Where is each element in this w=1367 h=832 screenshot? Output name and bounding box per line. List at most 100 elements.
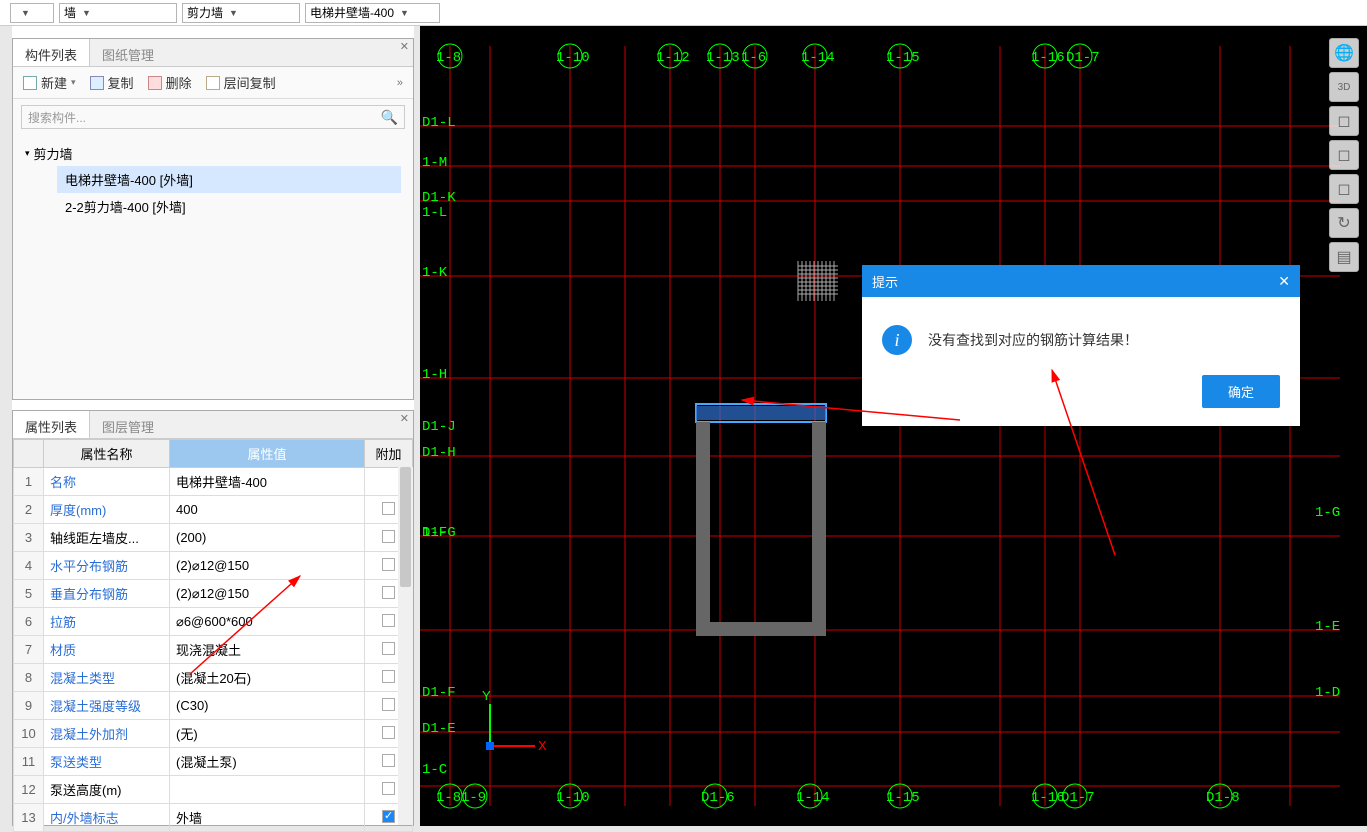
dropdown-subcategory[interactable]: 剪力墙▼ <box>182 3 300 23</box>
svg-text:D1-J: D1-J <box>422 419 456 435</box>
layer-copy-button[interactable]: 层间复制 <box>206 73 276 92</box>
dialog-titlebar[interactable]: 提示 ✕ <box>862 265 1300 297</box>
svg-text:X: X <box>538 738 547 753</box>
close-icon[interactable]: ✕ <box>1278 273 1290 290</box>
svg-text:1-14: 1-14 <box>796 790 830 806</box>
prop-value[interactable]: (混凝土20石) <box>170 664 365 692</box>
prop-value[interactable]: (混凝土泵) <box>170 748 365 776</box>
svg-text:D1-6: D1-6 <box>701 790 735 806</box>
svg-text:1-15: 1-15 <box>886 790 920 806</box>
topbar: ▼ 墙▼ 剪力墙▼ 电梯井壁墙-400▼ <box>0 0 1367 26</box>
new-button[interactable]: 新建▾ <box>23 73 76 92</box>
dropdown-layer[interactable]: ▼ <box>10 3 54 23</box>
table-row[interactable]: 11泵送类型(混凝土泵) <box>14 748 413 776</box>
row-number: 8 <box>14 664 44 692</box>
svg-text:D1-8: D1-8 <box>1206 790 1240 806</box>
chevron-right-icon[interactable]: » <box>397 77 403 89</box>
svg-text:1-14: 1-14 <box>801 50 835 66</box>
prop-value[interactable]: 400 <box>170 496 365 524</box>
prop-value[interactable]: (200) <box>170 524 365 552</box>
chevron-down-icon: ▼ <box>400 8 409 18</box>
scrollbar-thumb[interactable] <box>400 467 411 587</box>
svg-text:1-16: 1-16 <box>1031 50 1065 66</box>
tab-component-list[interactable]: 构件列表 <box>13 39 90 66</box>
prop-name: 厚度(mm) <box>44 496 170 524</box>
copy-button[interactable]: 复制 <box>90 73 134 92</box>
prop-name: 垂直分布钢筋 <box>44 580 170 608</box>
scrollbar[interactable] <box>398 467 413 825</box>
prop-name: 内/外墙标志 <box>44 804 170 832</box>
table-row[interactable]: 5垂直分布钢筋(2)⌀12@150 <box>14 580 413 608</box>
tree-item[interactable]: 2-2剪力墙-400 [外墙] <box>57 193 401 220</box>
prop-value[interactable]: (2)⌀12@150 <box>170 552 365 580</box>
table-row[interactable]: 8混凝土类型(混凝土20石) <box>14 664 413 692</box>
prop-value[interactable] <box>170 776 365 804</box>
table-row[interactable]: 9混凝土强度等级(C30) <box>14 692 413 720</box>
prop-value[interactable]: 现浇混凝土 <box>170 636 365 664</box>
row-number: 7 <box>14 636 44 664</box>
dropdown-category[interactable]: 墙▼ <box>59 3 177 23</box>
row-number: 3 <box>14 524 44 552</box>
delete-icon <box>148 76 162 90</box>
view-3d-button[interactable]: 3D <box>1329 72 1359 102</box>
row-number: 11 <box>14 748 44 776</box>
table-row[interactable]: 6拉筋⌀6@600*600 <box>14 608 413 636</box>
view-cube3-button[interactable]: ◻ <box>1329 174 1359 204</box>
svg-text:1-10: 1-10 <box>556 790 590 806</box>
view-grid-button[interactable]: ▤ <box>1329 242 1359 272</box>
prop-value[interactable]: (C30) <box>170 692 365 720</box>
prop-value[interactable]: (无) <box>170 720 365 748</box>
prop-name: 水平分布钢筋 <box>44 552 170 580</box>
svg-text:D1-L: D1-L <box>422 115 456 131</box>
dropdown-component[interactable]: 电梯井壁墙-400▼ <box>305 3 440 23</box>
prop-name: 混凝土强度等级 <box>44 692 170 720</box>
tree-root[interactable]: ▾剪力墙 <box>25 141 401 166</box>
svg-text:1-H: 1-H <box>422 367 447 383</box>
close-icon[interactable]: ✕ <box>400 412 409 425</box>
properties-tabs: 属性列表 图层管理 <box>13 411 413 439</box>
view-orbit-button[interactable]: 🌐 <box>1329 38 1359 68</box>
search-input[interactable]: 搜索构件... 🔍 <box>21 105 405 129</box>
prop-name: 拉筋 <box>44 608 170 636</box>
tab-layer-mgmt[interactable]: 图层管理 <box>90 411 166 438</box>
col-value: 属性值 <box>170 440 365 468</box>
col-rownum <box>14 440 44 468</box>
component-tree: ▾剪力墙 电梯井壁墙-400 [外墙]2-2剪力墙-400 [外墙] <box>13 135 413 226</box>
ok-button[interactable]: 确定 <box>1202 375 1280 408</box>
table-row[interactable]: 4水平分布钢筋(2)⌀12@150 <box>14 552 413 580</box>
row-number: 4 <box>14 552 44 580</box>
table-row[interactable]: 1名称电梯井壁墙-400 <box>14 468 413 496</box>
table-row[interactable]: 13内/外墙标志外墙 <box>14 804 413 832</box>
prop-name: 混凝土外加剂 <box>44 720 170 748</box>
row-number: 2 <box>14 496 44 524</box>
properties-table: 属性名称 属性值 附加 1名称电梯井壁墙-4002厚度(mm)4003轴线距左墙… <box>13 439 413 832</box>
table-row[interactable]: 12泵送高度(m) <box>14 776 413 804</box>
table-row[interactable]: 2厚度(mm)400 <box>14 496 413 524</box>
table-row[interactable]: 7材质现浇混凝土 <box>14 636 413 664</box>
svg-text:1-K: 1-K <box>422 265 448 281</box>
svg-text:1-8: 1-8 <box>436 50 461 66</box>
prop-value[interactable]: ⌀6@600*600 <box>170 608 365 636</box>
prop-value[interactable]: 电梯井壁墙-400 <box>170 468 365 496</box>
tab-drawing-mgmt[interactable]: 图纸管理 <box>90 39 166 66</box>
close-icon[interactable]: ✕ <box>400 40 409 53</box>
prop-name: 轴线距左墙皮... <box>44 524 170 552</box>
table-row[interactable]: 10混凝土外加剂(无) <box>14 720 413 748</box>
view-rotate-button[interactable]: ↻ <box>1329 208 1359 238</box>
tab-property-list[interactable]: 属性列表 <box>13 411 90 438</box>
svg-text:Y: Y <box>482 688 491 703</box>
svg-text:1-8: 1-8 <box>436 790 461 806</box>
prop-value[interactable]: 外墙 <box>170 804 365 832</box>
delete-button[interactable]: 删除 <box>148 73 192 92</box>
view-cube1-button[interactable]: ◻ <box>1329 106 1359 136</box>
tree-item[interactable]: 电梯井壁墙-400 [外墙] <box>57 166 401 193</box>
drawing-canvas[interactable]: 1-81-101-121-131-61-141-151-16D1-71-81-9… <box>420 26 1367 826</box>
view-cube2-button[interactable]: ◻ <box>1329 140 1359 170</box>
prop-value[interactable]: (2)⌀12@150 <box>170 580 365 608</box>
prop-name: 混凝土类型 <box>44 664 170 692</box>
table-row[interactable]: 3轴线距左墙皮...(200) <box>14 524 413 552</box>
row-number: 12 <box>14 776 44 804</box>
svg-text:D1-F: D1-F <box>422 685 456 701</box>
svg-text:1-D: 1-D <box>1315 685 1340 701</box>
svg-text:1-16: 1-16 <box>1031 790 1065 806</box>
